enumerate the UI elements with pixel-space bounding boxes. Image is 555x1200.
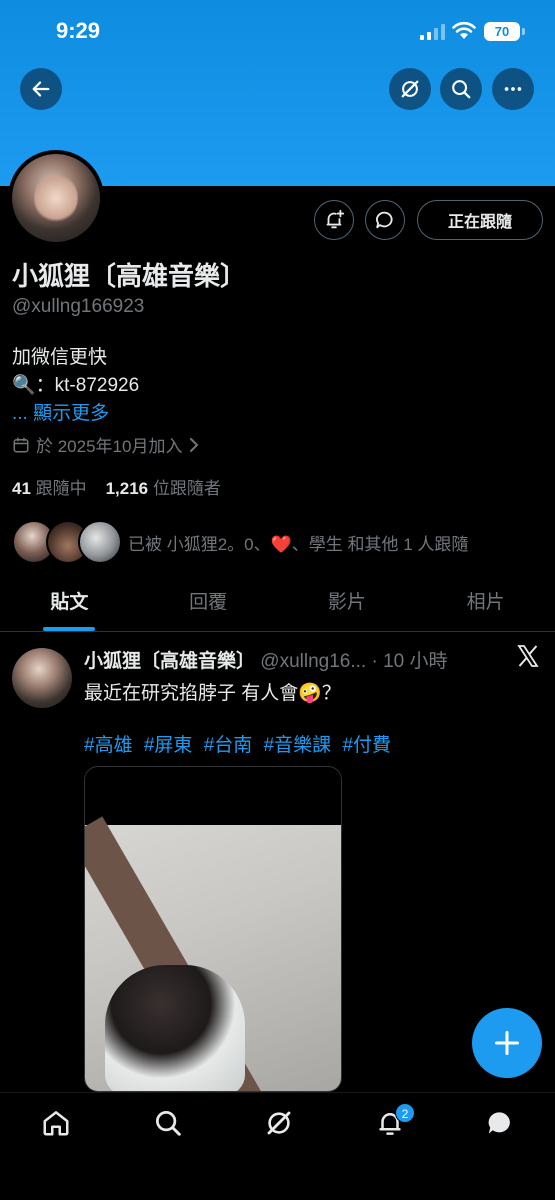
show-more-link[interactable]: ... 顯示更多	[12, 398, 109, 425]
follower-avatar-3[interactable]	[78, 520, 122, 564]
subscribe-notifications-button[interactable]	[314, 200, 354, 240]
nav-messages[interactable]	[482, 1105, 518, 1141]
tweet-media[interactable]	[84, 766, 342, 1092]
bio-line-1: 加微信更快	[12, 347, 108, 368]
chat-bubble-icon	[376, 211, 393, 229]
x-logo-icon	[517, 645, 539, 667]
followed-by-text[interactable]: 已被 小狐狸2。0、❤️、學生 和其他 1 人跟隨	[128, 530, 468, 555]
more-horizontal-icon	[504, 87, 522, 91]
grok-icon	[401, 80, 419, 98]
tweet-header: 小狐狸〔高雄音樂〕 @xullng16... · 10 小時	[84, 646, 448, 673]
bell-plus-icon	[326, 209, 345, 229]
plus-icon	[494, 1030, 520, 1056]
profile-avatar[interactable]	[8, 150, 104, 246]
grok-button[interactable]	[389, 68, 431, 110]
tab-photos[interactable]: 相片	[416, 580, 555, 631]
joined-date[interactable]: 於 2025年10月加入	[12, 432, 200, 457]
profile-handle: @xullng166923	[12, 296, 145, 317]
followers-link[interactable]: 1,216 位跟隨者	[106, 479, 221, 498]
following-count: 41	[12, 479, 31, 498]
following-label: 跟隨中	[35, 479, 87, 498]
hashtag-link[interactable]: #高雄	[84, 735, 133, 756]
nav-home[interactable]	[38, 1105, 74, 1141]
tweet-author-avatar[interactable]	[12, 648, 72, 708]
profile-name: 小狐狸〔高雄音樂〕	[12, 261, 247, 291]
search-icon	[452, 80, 471, 99]
status-bar: 9:29 70	[0, 0, 555, 64]
following-link[interactable]: 41 跟隨中	[12, 479, 87, 498]
hashtag-link[interactable]: #台南	[204, 735, 253, 756]
followers-label: 位跟隨者	[152, 479, 221, 498]
arrow-left-icon	[32, 81, 50, 97]
message-button[interactable]	[365, 200, 405, 240]
nav-grok[interactable]	[261, 1105, 297, 1141]
hashtag-link[interactable]: #音樂課	[264, 735, 332, 756]
back-button[interactable]	[20, 68, 62, 110]
joined-date-text: 於 2025年10月加入	[36, 437, 183, 456]
profile-tabs: 貼文 回覆 影片 相片	[0, 580, 555, 632]
tweet-author-name[interactable]: 小狐狸〔高雄音樂〕	[84, 651, 255, 672]
tab-videos[interactable]: 影片	[278, 580, 417, 631]
battery-indicator: 70	[484, 22, 520, 41]
more-options-button[interactable]	[492, 68, 534, 110]
status-time: 9:29	[56, 18, 101, 43]
bio-line-2: 🔍：kt-872926	[12, 375, 140, 396]
battery-cap	[522, 28, 525, 35]
photo-subject	[105, 965, 245, 1091]
wifi-icon	[452, 21, 476, 39]
tweet-meta: @xullng16... · 10 小時	[260, 651, 448, 672]
hashtag-link[interactable]: #屏東	[144, 735, 193, 756]
grok-icon	[267, 1111, 291, 1135]
following-button[interactable]: 正在跟隨	[417, 200, 543, 240]
home-icon	[43, 1111, 69, 1136]
chevron-right-icon	[190, 437, 199, 452]
search-icon	[156, 1111, 181, 1136]
search-button[interactable]	[440, 68, 482, 110]
followers-count: 1,216	[105, 479, 149, 498]
compose-button[interactable]	[472, 1008, 542, 1078]
nav-search[interactable]	[150, 1105, 186, 1141]
messages-icon	[488, 1112, 510, 1134]
tab-replies[interactable]: 回覆	[139, 580, 278, 631]
bottom-navigation: 2	[0, 1092, 555, 1200]
cellular-signal-icon	[420, 24, 445, 40]
tweet-photo	[85, 816, 341, 1091]
tweet-text: 最近在研究掐脖子 有人會🤪？	[84, 683, 341, 704]
follow-stats: 41 跟隨中 1,216 位跟隨者	[12, 474, 221, 499]
notifications-badge: 2	[395, 1103, 415, 1123]
tweet-hashtags: #高雄 #屏東 #台南 #音樂課 #付費	[84, 730, 397, 757]
tab-posts[interactable]: 貼文	[0, 580, 139, 631]
hashtag-link[interactable]: #付費	[342, 735, 391, 756]
calendar-icon	[13, 437, 29, 452]
